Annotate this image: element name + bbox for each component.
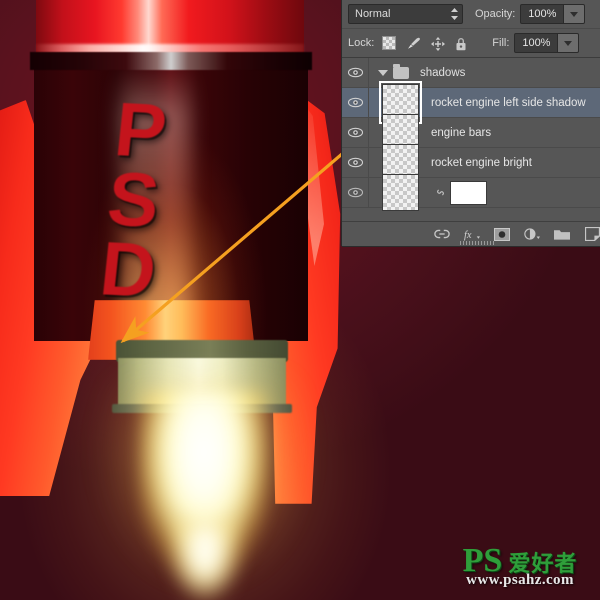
chevron-down-icon[interactable] <box>378 70 388 76</box>
rocket-dark-band <box>30 52 312 70</box>
link-mask-icon[interactable] <box>435 187 446 198</box>
panel-resize-grip[interactable] <box>460 241 494 245</box>
fill-value: 100% <box>515 34 557 52</box>
eye-icon <box>348 127 363 138</box>
new-group-icon[interactable] <box>554 226 570 242</box>
fill-label: Fill: <box>492 37 509 49</box>
screenshot-root: P S D Normal <box>0 0 600 600</box>
layer-thumbnail-cell[interactable] <box>369 174 431 211</box>
layer-name-label: rocket engine bright <box>431 157 532 169</box>
visibility-toggle-rocket-engine-bright[interactable] <box>342 148 369 177</box>
visibility-toggle-rocket-engine-left-side-shadow[interactable] <box>342 88 369 117</box>
lock-image-pixels-icon[interactable] <box>407 37 420 50</box>
layer-list: shadows rocket engine <box>342 58 600 208</box>
lock-label: Lock: <box>348 37 374 49</box>
svg-text:fx: fx <box>464 230 472 241</box>
fill-field[interactable]: 100% <box>514 33 579 53</box>
opacity-value: 100% <box>521 5 563 23</box>
layer-style-fx-icon[interactable]: fx <box>464 226 480 242</box>
link-layers-icon[interactable] <box>434 226 450 242</box>
lock-all-icon[interactable] <box>455 37 468 50</box>
opacity-dropdown-chevron-down-icon[interactable] <box>563 5 584 23</box>
opacity-field[interactable]: 100% <box>520 4 585 24</box>
eye-icon <box>348 187 363 198</box>
eye-icon <box>348 157 363 168</box>
exhaust-plume-tail <box>168 520 242 600</box>
folder-icon <box>393 67 409 79</box>
visibility-toggle-engine-bars[interactable] <box>342 118 369 147</box>
new-layer-icon[interactable] <box>584 226 600 242</box>
visibility-toggle-masked-partial[interactable] <box>342 178 369 207</box>
eye-icon <box>348 67 363 78</box>
group-name-label: shadows <box>420 67 465 79</box>
opacity-label: Opacity: <box>475 8 515 20</box>
psd-letter-d: D <box>97 234 155 306</box>
layer-thumbnail[interactable] <box>382 174 419 211</box>
blend-mode-select[interactable]: Normal <box>348 4 463 24</box>
eye-icon <box>348 97 363 108</box>
layer-mask-thumbnail[interactable] <box>450 181 487 205</box>
visibility-toggle-shadows[interactable] <box>342 58 369 87</box>
spinner-updown-icon[interactable] <box>450 7 459 21</box>
lock-transparent-pixels-icon[interactable] <box>382 36 396 50</box>
layer-name-label: engine bars <box>431 127 491 139</box>
adjustment-layer-icon[interactable] <box>524 226 540 242</box>
layers-panel-footer: fx <box>342 221 600 246</box>
group-header-shadows[interactable]: shadows <box>369 67 465 79</box>
layer-mask-icon[interactable] <box>494 226 510 242</box>
fill-dropdown-chevron-down-icon[interactable] <box>557 34 578 52</box>
blend-opacity-row: Normal Opacity: 100% <box>342 0 600 29</box>
layer-name-label: rocket engine left side shadow <box>431 97 586 109</box>
lock-icon-group <box>382 36 468 50</box>
layers-panel: Normal Opacity: 100% Lock: <box>342 0 600 246</box>
lock-position-icon[interactable] <box>431 37 444 50</box>
lock-fill-row: Lock: <box>342 29 600 58</box>
layer-row-masked-partial[interactable] <box>342 178 600 208</box>
blend-mode-value: Normal <box>355 8 390 20</box>
